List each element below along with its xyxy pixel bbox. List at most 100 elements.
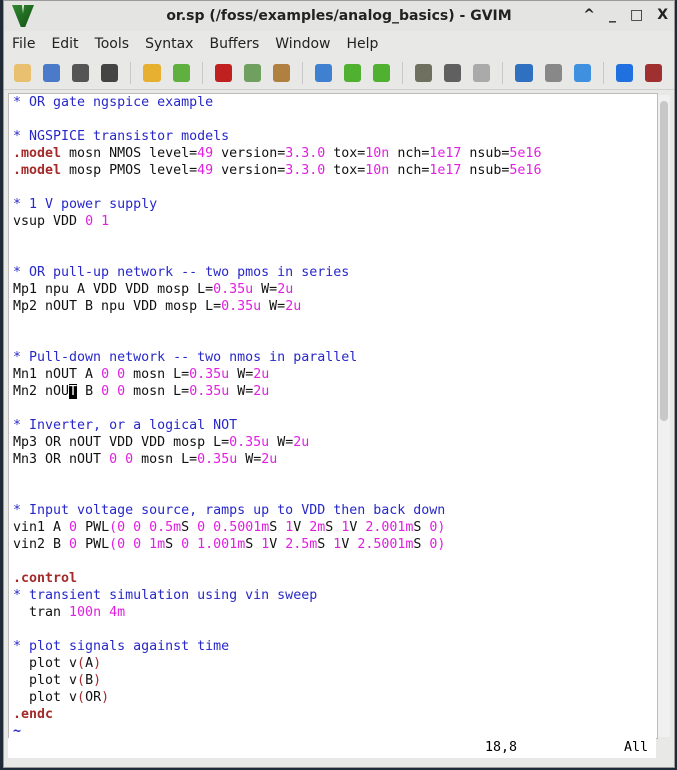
save-icon[interactable]	[72, 64, 90, 82]
menu-file[interactable]: File	[12, 36, 35, 52]
run-script-icon[interactable]	[473, 64, 491, 82]
code-token: 0.35u	[229, 435, 270, 450]
save-download-icon[interactable]	[43, 64, 61, 82]
copy-icon[interactable]	[243, 64, 261, 82]
code-token: .model	[13, 163, 62, 178]
title-bar: or.sp (/foss/examples/analog_basics) - G…	[4, 1, 674, 31]
code-token: version=	[213, 163, 286, 178]
code-line: .endc	[13, 706, 657, 723]
text-editor[interactable]: * OR gate ngspice example * NGSPICE trans…	[8, 93, 658, 739]
code-token: * NGSPICE transistor models	[13, 129, 230, 144]
code-token: plot v	[13, 690, 78, 705]
code-token: S	[413, 520, 430, 535]
code-line: * NGSPICE transistor models	[13, 128, 657, 145]
code-line: .model mosp PMOS level=49 version=3.3.0 …	[13, 162, 657, 179]
find-replace-icon[interactable]	[314, 64, 332, 82]
code-line: plot v(B)	[13, 672, 657, 689]
code-token: 0	[125, 452, 134, 467]
paste-icon[interactable]	[272, 64, 290, 82]
code-token: ~	[13, 724, 22, 739]
code-token: 5e16	[509, 146, 542, 161]
menu-window[interactable]: Window	[275, 36, 330, 52]
code-token: mosn L=	[125, 367, 190, 382]
code-line: * Input voltage source, ramps up to VDD …	[13, 502, 657, 519]
menu-help[interactable]: Help	[346, 36, 378, 52]
code-token: tox=	[325, 163, 366, 178]
code-token: S	[165, 537, 182, 552]
redo-icon[interactable]	[172, 64, 190, 82]
toolbar-separator	[201, 62, 203, 84]
menu-buffers[interactable]: Buffers	[209, 36, 259, 52]
code-token: 0.35u	[213, 282, 254, 297]
menu-bar: File Edit Tools Syntax Buffers Window He…	[4, 31, 674, 57]
code-token: mosn L=	[133, 452, 198, 467]
find-prev-icon[interactable]	[373, 64, 391, 82]
open-icon[interactable]	[14, 64, 32, 82]
shade-button[interactable]: ^	[583, 7, 595, 23]
code-token: vin2 B	[13, 537, 70, 552]
code-token: 0	[69, 520, 78, 535]
code-token: .endc	[13, 707, 54, 722]
code-token: vsup VDD	[13, 214, 86, 229]
code-token: 0 1.001m	[181, 537, 246, 552]
code-token: OR	[85, 690, 102, 705]
code-token: 2u	[285, 299, 302, 314]
code-line: * OR pull-up network -- two pmos in seri…	[13, 264, 657, 281]
code-line: vsup VDD 0 1	[13, 213, 657, 230]
minimize-button[interactable]: _	[609, 7, 616, 23]
menu-tools[interactable]: Tools	[95, 36, 130, 52]
code-token: 5e16	[509, 163, 542, 178]
code-token: mosn NMOS level=	[61, 146, 198, 161]
code-token: * transient simulation using vin sweep	[13, 588, 318, 603]
code-token: W=	[269, 435, 294, 450]
cut-icon[interactable]	[214, 64, 232, 82]
scrollbar-thumb[interactable]	[660, 101, 668, 421]
code-line: * plot signals against time	[13, 638, 657, 655]
code-token: 0 0.5001m	[197, 520, 270, 535]
print-icon[interactable]	[101, 64, 119, 82]
window-title: or.sp (/foss/examples/analog_basics) - G…	[166, 8, 512, 24]
code-token: vin1 A	[13, 520, 70, 535]
code-token: nch=	[389, 146, 430, 161]
code-line: * Inverter, or a logical NOT	[13, 417, 657, 434]
code-token: 10n	[365, 146, 390, 161]
code-token: 0	[117, 367, 126, 382]
undo-icon[interactable]	[143, 64, 161, 82]
code-token: Mp3 OR nOUT VDD VDD mosp L=	[13, 435, 230, 450]
code-token: 0)	[429, 537, 446, 552]
code-token: nsub=	[461, 146, 510, 161]
code-line: plot v(OR)	[13, 689, 657, 706]
load-session-icon[interactable]	[415, 64, 433, 82]
toolbar-separator	[130, 62, 132, 84]
code-token: 0	[69, 537, 78, 552]
menu-syntax[interactable]: Syntax	[145, 36, 193, 52]
code-token: nch=	[389, 163, 430, 178]
code-token: version=	[213, 146, 286, 161]
buffer-lines: * OR gate ngspice example * NGSPICE trans…	[9, 94, 657, 740]
maximize-button[interactable]: □	[630, 7, 643, 23]
status-line: 18,8 All	[8, 738, 656, 758]
close-button[interactable]: X	[657, 7, 668, 23]
code-token: * OR gate ngspice example	[13, 95, 214, 110]
vertical-scrollbar[interactable]	[658, 95, 670, 737]
find-help-icon[interactable]	[644, 64, 662, 82]
code-token: 2.5m	[285, 537, 318, 552]
menu-edit[interactable]: Edit	[51, 36, 78, 52]
code-token: (	[77, 656, 86, 671]
code-token: 2.5001m	[357, 537, 414, 552]
find-next-icon[interactable]	[343, 64, 362, 82]
code-token: .model	[13, 146, 62, 161]
ctags-jump-icon[interactable]	[573, 64, 591, 82]
code-token: )	[101, 690, 110, 705]
make-icon[interactable]	[515, 64, 533, 82]
save-session-icon[interactable]	[444, 64, 462, 82]
code-token: plot v	[13, 656, 78, 671]
code-token: S	[181, 520, 198, 535]
code-token: 10n	[365, 163, 390, 178]
code-token: 49	[197, 163, 214, 178]
shell-icon[interactable]	[544, 64, 562, 82]
help-icon[interactable]	[615, 64, 633, 82]
